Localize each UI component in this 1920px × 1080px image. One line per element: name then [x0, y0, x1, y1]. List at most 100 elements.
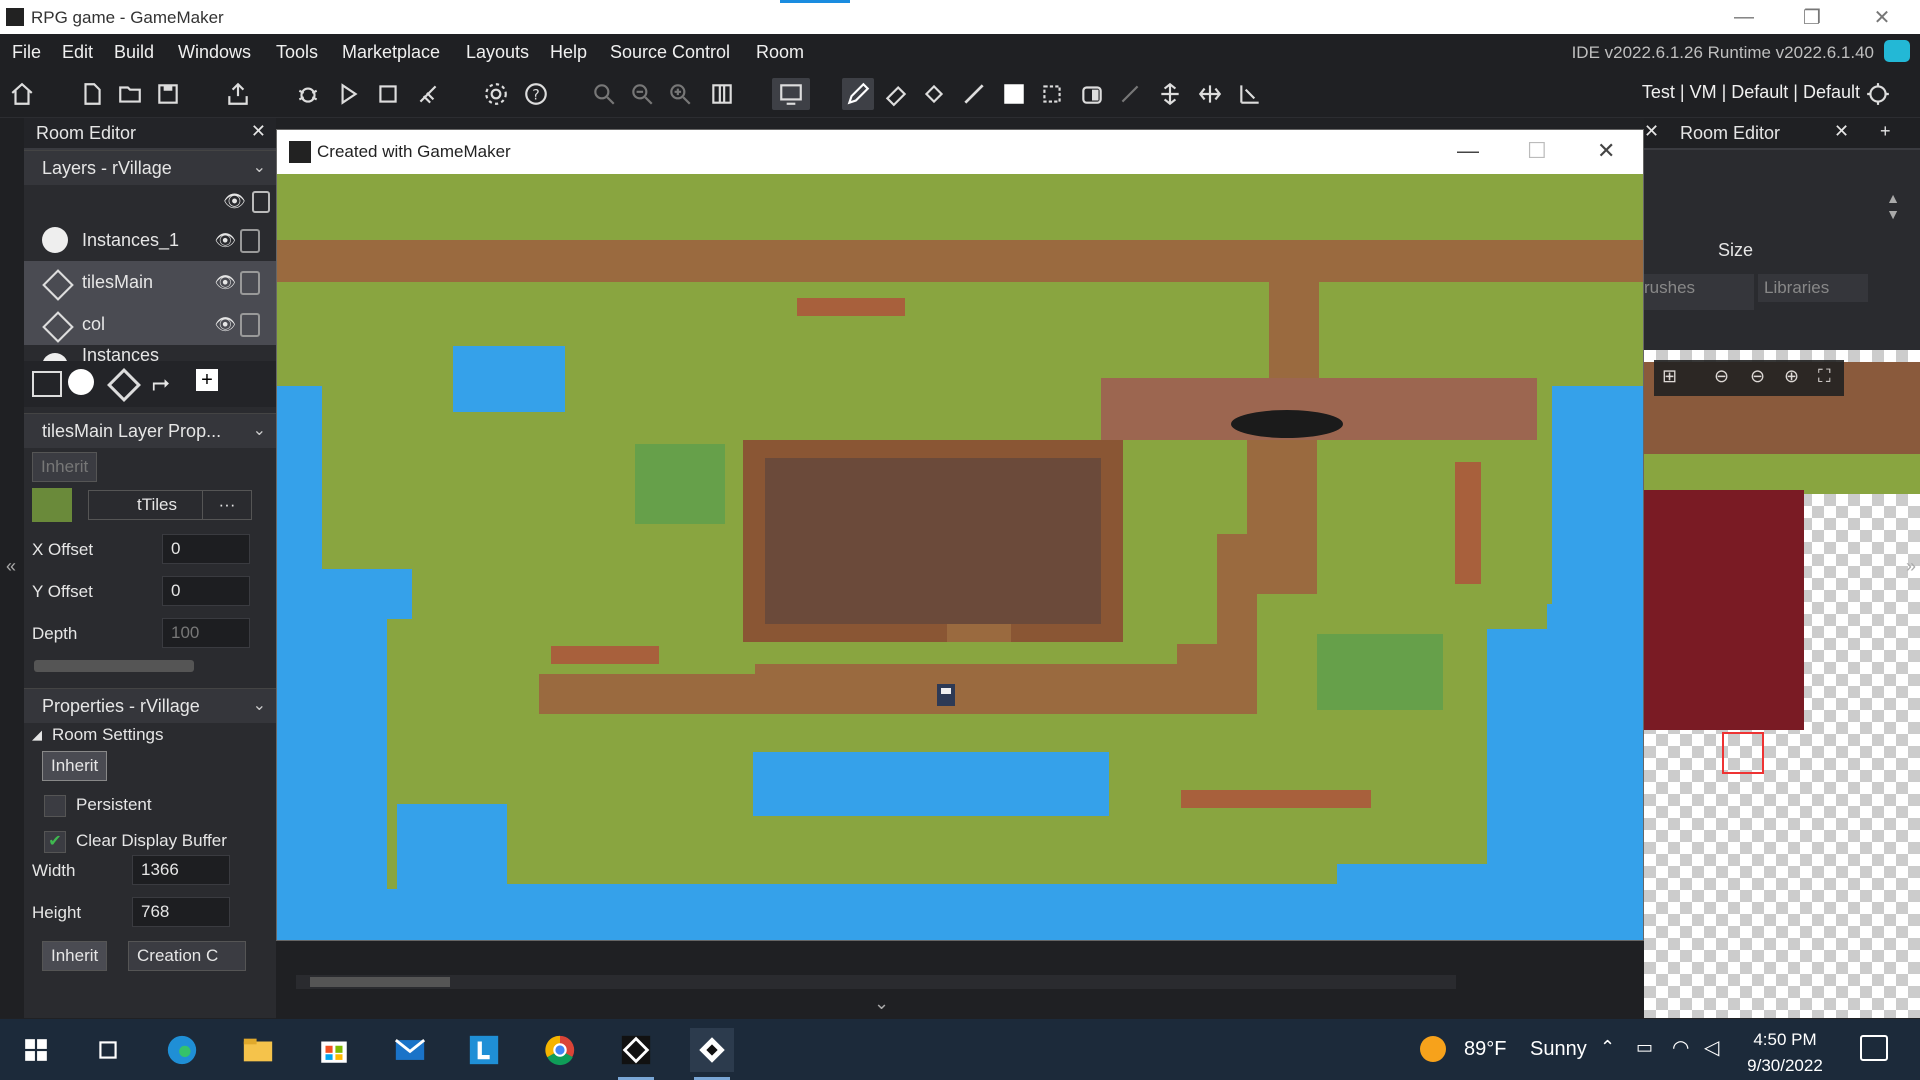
add-path-layer-icon[interactable]: ⮣ — [152, 369, 170, 395]
close-button[interactable]: ✕ — [1597, 138, 1615, 164]
battery-icon[interactable]: ▭ — [1636, 1037, 1653, 1058]
task-view-icon[interactable] — [86, 1028, 130, 1072]
collapse-left-icon[interactable]: « — [6, 556, 16, 577]
scroll-thumb[interactable] — [310, 977, 450, 987]
menu-layouts[interactable]: Layouts — [466, 42, 529, 63]
tab-libraries[interactable]: Libraries — [1758, 274, 1868, 302]
file-explorer-icon[interactable] — [236, 1028, 280, 1072]
layers-header[interactable]: Layers - rVillage ⌄ — [24, 150, 276, 185]
room-view-icon[interactable] — [772, 78, 810, 110]
tab-brushes[interactable]: rushes — [1644, 274, 1754, 310]
depth-field[interactable]: 100 — [162, 618, 250, 648]
tileset-preview[interactable]: ⊞ ⊖ ⊖ ⊕ ⛶ — [1644, 350, 1920, 1018]
mail-icon[interactable] — [388, 1028, 432, 1072]
maximize-button[interactable]: ☐ — [1527, 138, 1547, 164]
menu-tools[interactable]: Tools — [276, 42, 318, 63]
y-offset-field[interactable]: 0 — [162, 576, 250, 606]
target-selector[interactable]: Test | VM | Default | Default — [1642, 82, 1860, 103]
eye-icon[interactable]: 👁 — [214, 315, 236, 335]
wifi-icon[interactable]: ◠ — [1672, 1035, 1689, 1060]
close-tab-icon[interactable]: ✕ — [251, 121, 266, 142]
export-icon[interactable] — [222, 78, 254, 110]
edge-browser-icon[interactable] — [160, 1028, 204, 1072]
chrome-icon[interactable] — [538, 1028, 582, 1072]
zoom-in-icon[interactable] — [664, 78, 696, 110]
select-tool-icon[interactable] — [1036, 78, 1068, 110]
game-view[interactable] — [277, 174, 1644, 941]
layer-properties-header[interactable]: tilesMain Layer Prop... ⌄ — [24, 413, 276, 448]
inherit-creation-button[interactable]: Inherit — [42, 941, 108, 971]
settings-gear-icon[interactable] — [480, 78, 512, 110]
collapse-right-icon[interactable]: » — [1906, 556, 1916, 577]
horizontal-scrollbar[interactable] — [296, 975, 1456, 989]
zoom-in-icon[interactable]: ⊕ — [1784, 366, 1799, 387]
flip-vertical-icon[interactable] — [1154, 78, 1186, 110]
room-properties-header[interactable]: Properties - rVillage ⌄ — [24, 688, 276, 723]
clean-icon[interactable] — [412, 78, 444, 110]
horizontal-scrollbar[interactable] — [34, 660, 194, 672]
debug-icon[interactable] — [292, 78, 324, 110]
toggle-icon[interactable] — [1076, 78, 1108, 110]
eye-icon[interactable]: 👁 — [214, 273, 236, 293]
minimize-button[interactable]: — — [1714, 0, 1774, 34]
close-tab-icon[interactable]: ✕ — [1644, 121, 1659, 142]
chat-icon[interactable] — [1884, 40, 1910, 62]
room-editor-tab[interactable]: Room Editor ✕ — [24, 118, 276, 150]
creation-code-button[interactable]: Creation C — [128, 941, 246, 971]
menu-windows[interactable]: Windows — [178, 42, 251, 63]
weather-description[interactable]: Sunny — [1530, 1038, 1587, 1061]
menu-help[interactable]: Help — [550, 42, 587, 63]
fill-tool-icon[interactable] — [918, 78, 950, 110]
save-icon[interactable] — [152, 78, 184, 110]
collapse-triangle-icon[interactable]: ◢ — [32, 727, 42, 743]
lock-icon[interactable] — [252, 191, 270, 213]
weather-temperature[interactable]: 89°F — [1464, 1038, 1506, 1061]
minimize-button[interactable]: — — [1457, 138, 1479, 164]
grid-icon[interactable] — [706, 78, 738, 110]
spinner-icon[interactable]: ▲ ▼ — [1886, 190, 1900, 222]
close-button[interactable]: ✕ — [1852, 0, 1912, 34]
rectangle-tool-icon[interactable] — [998, 78, 1030, 110]
inherit-room-button[interactable]: Inherit — [42, 751, 108, 781]
menu-build[interactable]: Build — [114, 42, 154, 63]
stop-icon[interactable] — [372, 78, 404, 110]
add-instance-layer-icon[interactable] — [68, 369, 94, 395]
layer-row[interactable]: col 👁 — [24, 303, 276, 345]
add-layer-icon[interactable]: + — [196, 369, 218, 391]
zoom-out-icon[interactable] — [626, 78, 658, 110]
x-offset-field[interactable]: 0 — [162, 534, 250, 564]
rotate-icon[interactable] — [1234, 78, 1266, 110]
menu-marketplace[interactable]: Marketplace — [342, 42, 440, 63]
menu-file[interactable]: File — [12, 42, 41, 63]
l-app-icon[interactable] — [462, 1028, 506, 1072]
eye-icon[interactable]: 👁 — [214, 231, 236, 251]
gamemaker-runner-taskbar-icon[interactable] — [690, 1028, 734, 1080]
inherit-button[interactable]: Inherit — [32, 452, 98, 482]
lock-icon[interactable] — [240, 313, 260, 337]
gamemaker-taskbar-icon[interactable] — [614, 1028, 658, 1080]
target-settings-icon[interactable] — [1862, 78, 1894, 110]
tileset-more-button[interactable]: ··· — [202, 490, 252, 520]
room-editor-tab-right[interactable]: Room Editor ✕ ✕ + — [1644, 118, 1920, 150]
chevron-up-icon[interactable]: ⌃ — [1600, 1037, 1615, 1058]
layer-row[interactable]: Instances_1 👁 — [24, 219, 276, 261]
zoom-reset-icon[interactable] — [588, 78, 620, 110]
home-icon[interactable] — [6, 78, 38, 110]
run-icon[interactable] — [332, 78, 364, 110]
windows-start-icon[interactable] — [14, 1028, 58, 1072]
persistent-checkbox[interactable] — [44, 795, 66, 817]
pencil-tool-icon[interactable] — [842, 78, 874, 110]
restore-button[interactable]: ❐ — [1782, 0, 1842, 34]
add-tab-icon[interactable]: + — [1880, 121, 1891, 142]
clear-display-checkbox[interactable]: ✔ — [44, 831, 66, 853]
volume-icon[interactable]: ◁ — [1704, 1035, 1719, 1060]
grid-toggle-icon[interactable]: ⊞ — [1662, 366, 1677, 387]
flip-horizontal-icon[interactable] — [1194, 78, 1226, 110]
new-project-icon[interactable] — [76, 78, 108, 110]
notifications-icon[interactable] — [1860, 1035, 1888, 1061]
layer-row[interactable]: Instances — [24, 345, 276, 361]
store-icon[interactable] — [312, 1028, 356, 1072]
help-icon[interactable]: ? — [520, 78, 552, 110]
lock-icon[interactable] — [240, 271, 260, 295]
height-field[interactable]: 768 — [132, 897, 230, 927]
